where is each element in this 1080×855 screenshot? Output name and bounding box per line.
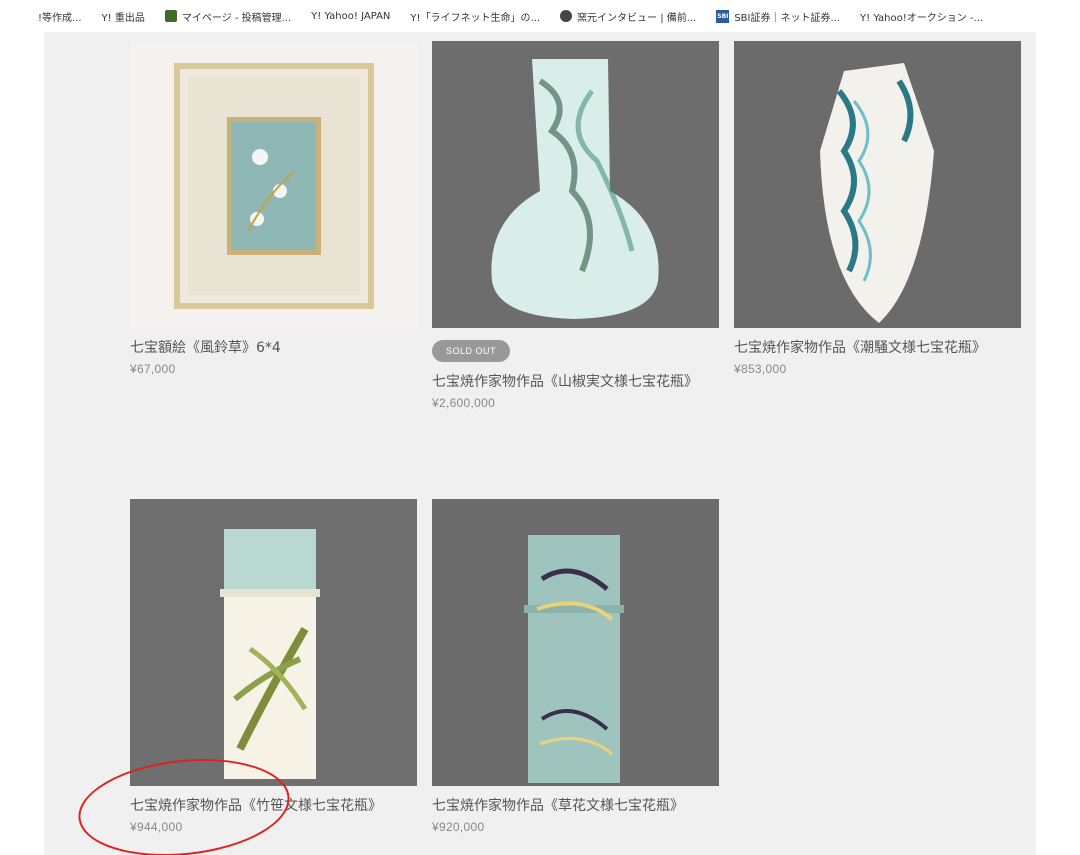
bookmarks-bar: !等作成... Y! 重出品 マイページ - 投稿管理... Y! Yahoo!…: [0, 0, 1080, 32]
product-title[interactable]: 七宝額絵《風鈴草》6*4: [130, 336, 417, 360]
product-title[interactable]: 七宝焼作家物作品《草花文様七宝花瓶》: [432, 794, 719, 818]
product-image[interactable]: [432, 499, 719, 786]
bookmark-item[interactable]: Y! Yahoo!オークション -...: [860, 9, 983, 24]
product-image[interactable]: [432, 41, 719, 328]
product-price: ¥944,000: [130, 820, 183, 834]
product-image[interactable]: [734, 41, 1021, 328]
bookmark-item[interactable]: マイページ - 投稿管理...: [164, 9, 291, 24]
product-grid: 七宝額絵《風鈴草》6*4 ¥67,000 SOLD OUT 七宝焼作家物作品《山…: [44, 32, 1036, 855]
bookmark-item[interactable]: Y! 重出品: [102, 9, 145, 24]
product-price: ¥920,000: [432, 820, 485, 834]
product-title[interactable]: 七宝焼作家物作品《山椒実文様七宝花瓶》: [432, 370, 719, 394]
sold-out-badge: SOLD OUT: [432, 340, 511, 362]
product-title[interactable]: 七宝焼作家物作品《竹笹文様七宝花瓶》: [130, 794, 417, 818]
bookmark-item[interactable]: !等作成...: [38, 9, 82, 24]
bookmark-item[interactable]: Y! Yahoo! JAPAN: [311, 11, 390, 22]
product-image[interactable]: [130, 499, 417, 786]
leaf-icon: [164, 10, 177, 22]
bookmark-item[interactable]: SBI SBI証券｜ネット証券...: [716, 9, 840, 24]
product-price: ¥67,000: [130, 362, 176, 376]
product-card[interactable]: 七宝焼作家物作品《草花文様七宝花瓶》 ¥920,000: [432, 499, 719, 834]
bookmark-item[interactable]: Y!「ライフネット生命」の...: [410, 9, 540, 24]
product-card[interactable]: 七宝額絵《風鈴草》6*4 ¥67,000: [130, 41, 417, 376]
bookmark-item[interactable]: 窯元インタビュー | 備前...: [560, 9, 696, 24]
sbi-icon: SBI: [716, 9, 730, 23]
product-card[interactable]: 七宝焼作家物作品《竹笹文様七宝花瓶》 ¥944,000: [130, 499, 417, 834]
globe-icon: [560, 10, 573, 22]
product-card[interactable]: SOLD OUT 七宝焼作家物作品《山椒実文様七宝花瓶》 ¥2,600,000: [432, 41, 719, 410]
product-price: ¥2,600,000: [432, 396, 496, 410]
product-card[interactable]: 七宝焼作家物作品《潮騒文様七宝花瓶》 ¥853,000: [734, 41, 1021, 376]
product-price: ¥853,000: [734, 362, 787, 376]
product-title[interactable]: 七宝焼作家物作品《潮騒文様七宝花瓶》: [734, 336, 1021, 360]
product-image[interactable]: [130, 41, 417, 328]
